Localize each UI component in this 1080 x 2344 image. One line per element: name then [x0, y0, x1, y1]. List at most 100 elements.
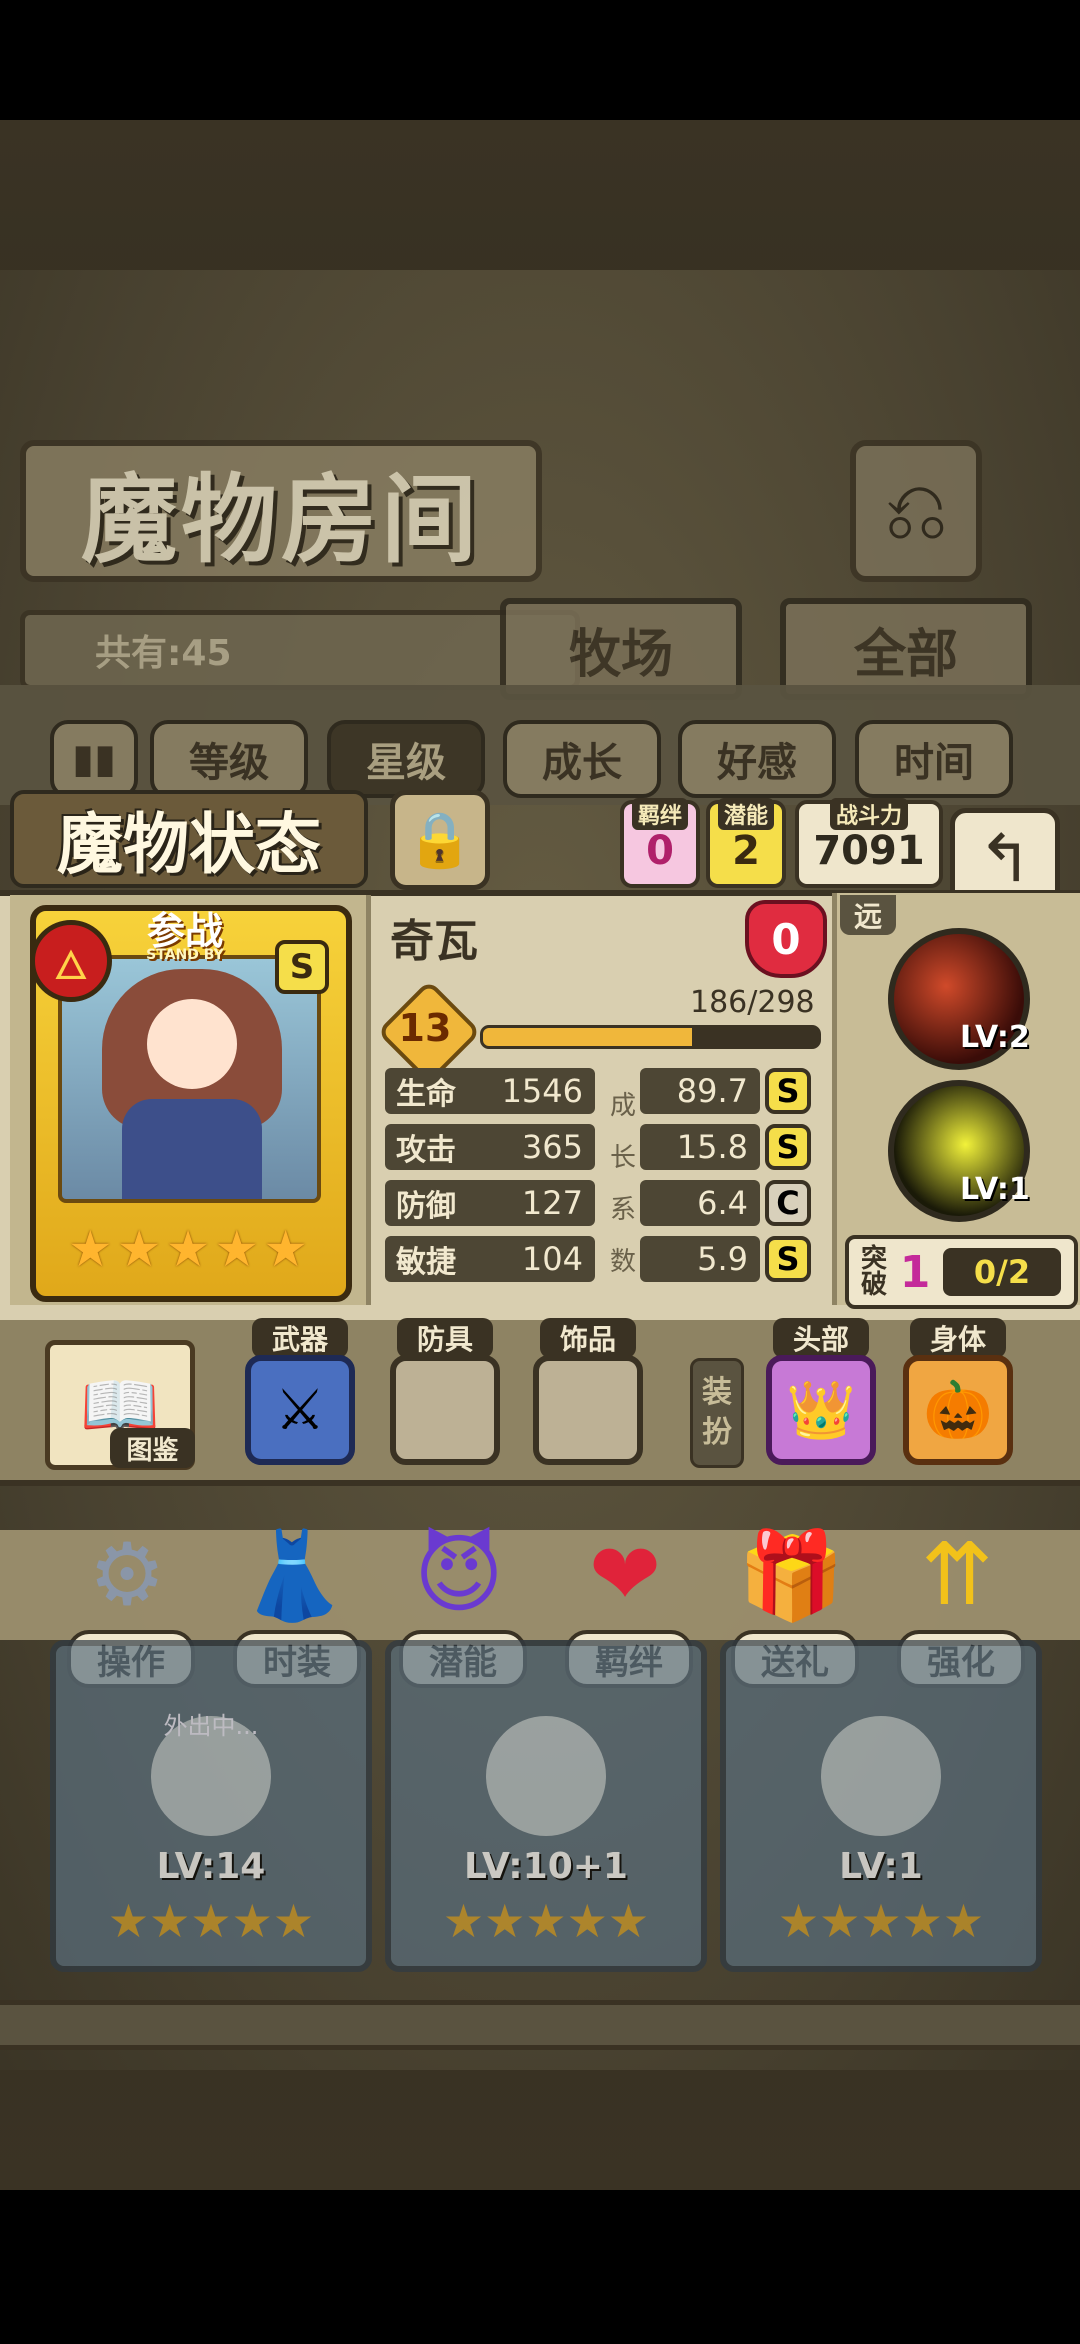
list-level: LV:14 — [156, 1846, 266, 1887]
fire-element-icon: 🜂 — [30, 920, 112, 1002]
stat-grade: S — [765, 1124, 811, 1170]
monster-list-card[interactable]: LV:10+1 ★★★★★ — [385, 1640, 707, 1972]
monster-thumb — [821, 1716, 941, 1836]
exp-bar — [480, 1025, 821, 1049]
stat-name: 敏捷 — [385, 1236, 467, 1282]
list-bottom-frame — [0, 2000, 1080, 2050]
outing-status: 外出中... — [163, 1712, 259, 1740]
head-slot[interactable]: 👑 — [766, 1355, 876, 1465]
growth-char: 成 — [609, 1091, 636, 1121]
filter-level[interactable]: 等级 — [150, 720, 308, 798]
filter-affection[interactable]: 好感 — [678, 720, 836, 798]
star-icon: ★ — [165, 1220, 211, 1278]
potential-label: 潜能 — [717, 798, 774, 830]
hearts-icon: ❤ — [588, 1525, 662, 1625]
star-rating: ★ ★ ★ ★ ★ — [48, 1220, 328, 1280]
list-level: LV:10+1 — [464, 1846, 628, 1887]
filter-stars[interactable]: 星级 — [327, 720, 485, 798]
stat-name: 生命 — [385, 1068, 467, 1114]
list-stars: ★★★★★ — [777, 1894, 985, 1948]
star-icon: ★ — [67, 1220, 113, 1278]
affection-heart[interactable]: 0 — [745, 900, 827, 978]
breakthrough-row[interactable]: 突破 1 0/2 — [845, 1235, 1078, 1309]
growth-char: 长 — [609, 1143, 636, 1173]
slot-label: 饰品 — [540, 1318, 636, 1358]
standby-badge: 参战 STAND BY — [95, 900, 275, 963]
list-level: LV:1 — [839, 1846, 923, 1887]
lock-icon[interactable]: 🔒 — [390, 790, 490, 890]
stat-growth: 5.9 — [640, 1236, 760, 1282]
stat-row: 生命 1546 89.7 S — [385, 1068, 815, 1114]
range-tag: 远 — [840, 895, 896, 935]
monster-thumb — [486, 1716, 606, 1836]
bond-counter: 羁绊 0 — [620, 798, 700, 888]
armor-slot[interactable] — [390, 1355, 500, 1465]
rank-badge: S — [275, 940, 329, 994]
room-title: 魔物房间 — [20, 440, 542, 582]
star-icon: ★ — [116, 1220, 162, 1278]
gift-icon: 🎁 — [737, 1525, 845, 1626]
exp-text: 186/298 — [690, 985, 815, 1020]
portrait-face — [147, 999, 237, 1089]
dress-char: 装 — [702, 1375, 732, 1410]
bond-label: 羁绊 — [631, 798, 688, 830]
room-back-button[interactable]: ⎌ — [850, 440, 982, 582]
stat-grade: S — [765, 1068, 811, 1114]
demon-icon: 😈 — [414, 1525, 504, 1625]
portrait-body — [122, 1099, 262, 1199]
power-value: 7091 — [813, 828, 925, 874]
stat-row: 敏捷 104 5.9 S — [385, 1236, 815, 1282]
book-label: 图鉴 — [110, 1428, 195, 1468]
list-stars: ★★★★★ — [442, 1894, 650, 1948]
monster-name: 奇瓦 — [390, 916, 478, 967]
body-slot[interactable]: 🎃 — [903, 1355, 1013, 1465]
standby-sublabel: STAND BY — [146, 947, 224, 963]
dress-up-label: 装 扮 — [690, 1358, 744, 1468]
growth-char: 数 — [609, 1247, 636, 1277]
status-title: 魔物状态 — [10, 790, 368, 888]
star-icon: ★ — [214, 1220, 260, 1278]
gear-icon: ⚙ — [88, 1525, 166, 1625]
star-icon: ★ — [263, 1220, 309, 1278]
slot-label: 身体 — [910, 1318, 1006, 1358]
accessory-slot[interactable] — [533, 1355, 643, 1465]
power-counter: 战斗力 7091 — [795, 798, 943, 888]
growth-coefficient-label: 成 长 系 数 — [608, 1080, 638, 1288]
stat-name: 防御 — [385, 1180, 467, 1226]
stat-value: 1546 — [467, 1068, 595, 1114]
slot-label: 防具 — [397, 1318, 493, 1358]
pumpkin-icon: 🎃 — [923, 1378, 993, 1443]
stat-value: 127 — [467, 1180, 595, 1226]
slot-label: 头部 — [773, 1318, 869, 1358]
exp-fill — [483, 1028, 693, 1046]
skill-level: LV:1 — [960, 1172, 1030, 1207]
dress-char: 扮 — [702, 1415, 732, 1450]
potential-value: 2 — [732, 828, 760, 874]
monster-list-card[interactable]: LV:1 ★★★★★ — [720, 1640, 1042, 1972]
skill-level: LV:2 — [960, 1020, 1030, 1055]
stat-value: 104 — [467, 1236, 595, 1282]
potential-counter: 潜能 2 — [706, 798, 786, 888]
list-stars: ★★★★★ — [107, 1894, 315, 1948]
breakthrough-value: 1 — [899, 1246, 931, 1298]
monster-list-card[interactable]: 外出中... LV:14 ★★★★★ — [50, 1640, 372, 1972]
stat-value: 365 — [467, 1124, 595, 1170]
stat-growth: 89.7 — [640, 1068, 760, 1114]
breakthrough-progress: 0/2 — [943, 1248, 1061, 1296]
stat-grade: S — [765, 1236, 811, 1282]
upgrade-arrows-icon: ⇈ — [920, 1525, 994, 1625]
level-value: 13 — [398, 1006, 452, 1050]
power-label: 战斗力 — [829, 798, 908, 830]
weapon-slot[interactable]: ⚔ — [245, 1355, 355, 1465]
tiara-icon: 👑 — [786, 1378, 856, 1443]
bond-value: 0 — [646, 828, 674, 874]
filter-time[interactable]: 时间 — [855, 720, 1013, 798]
growth-char: 系 — [609, 1195, 636, 1225]
filter-growth[interactable]: 成长 — [503, 720, 661, 798]
breakthrough-label: 突破 — [860, 1244, 887, 1300]
mace-icon: ⚔ — [274, 1377, 326, 1443]
dress-icon: 👗 — [239, 1525, 347, 1626]
pause-sort-button[interactable]: ▮▮ — [50, 720, 138, 798]
slot-label: 武器 — [252, 1318, 348, 1358]
monster-count: 共有:45 — [20, 610, 580, 690]
